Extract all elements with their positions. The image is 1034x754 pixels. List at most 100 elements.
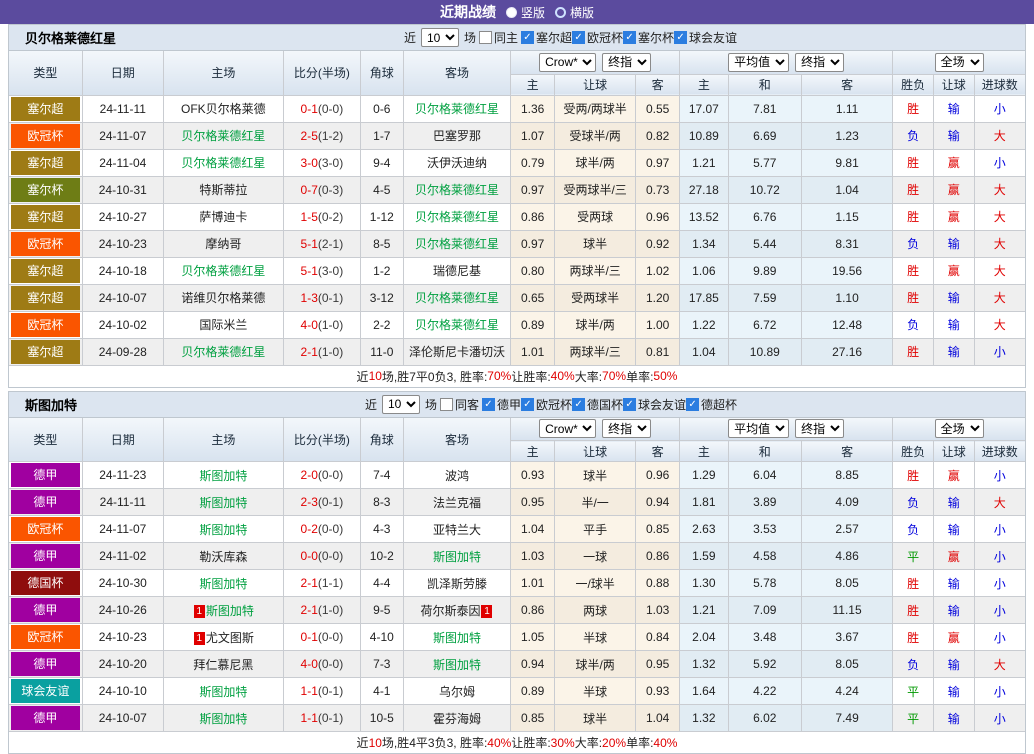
match-type-badge: 德甲 (11, 490, 80, 514)
avg-draw-cell: 10.72 (728, 176, 801, 203)
league-filter-2-4[interactable]: ✓球会友谊 (623, 396, 686, 413)
avg-draw-cell: 3.48 (728, 624, 801, 651)
home-team-cell: 斯图加特 (163, 489, 283, 516)
bookmaker-select[interactable]: Crow* (539, 53, 596, 72)
result-value: 负 (907, 658, 919, 672)
match-row: 欧冠杯24-11-07斯图加特0-2(0-0)4-3亚特兰大1.04平手0.85… (9, 516, 1025, 543)
odds-stage-select[interactable]: 终指 (602, 419, 651, 438)
odds-stage-select[interactable]: 终指 (602, 53, 651, 72)
checkbox-unchecked-icon[interactable] (440, 398, 453, 411)
league-filter-2-3[interactable]: ✓德国杯 (572, 396, 623, 413)
radio-unselected-icon[interactable] (555, 7, 566, 18)
table-header-row-1: 类型 日期 主场 比分(半场) 角球 客场 Crow*终指 平均值终指 全场 (9, 51, 1025, 74)
odds-value: 平手 (583, 523, 607, 537)
half-time-score: (2-1) (318, 237, 343, 251)
match-row: 德甲24-11-23斯图加特2-0(0-0)7-4波鸿0.93球半0.961.2… (9, 462, 1025, 489)
bookmaker-select[interactable]: Crow* (539, 419, 596, 438)
league-filter-label: 德甲 (497, 396, 521, 413)
checkbox-checked-icon[interactable]: ✓ (572, 398, 585, 411)
section-summary: 近10场,胜7平0负3, 胜率:70% 让胜率:40% 大率:70% 单率:50… (9, 365, 1025, 387)
average-value: 1.15 (835, 210, 858, 224)
away-team-name: 贝尔格莱德红星 (415, 318, 499, 332)
winloss-result-cell: 胜 (893, 462, 934, 489)
score-cell: 1-1(0-1) (283, 705, 360, 732)
checkbox-checked-icon[interactable]: ✓ (482, 398, 495, 411)
handicap-result-cell: 输 (933, 678, 974, 705)
match-date: 24-10-23 (99, 630, 147, 644)
league-filter-1-2[interactable]: ✓欧冠杯 (572, 29, 623, 46)
league-filter-1-1[interactable]: ✓塞尔超 (521, 29, 572, 46)
same-venue-filter[interactable]: 同客 (440, 396, 479, 413)
checkbox-checked-icon[interactable]: ✓ (521, 31, 534, 44)
league-filter-2-5[interactable]: ✓德超杯 (686, 396, 737, 413)
corner-cell: 10-5 (360, 705, 403, 732)
score-cell: 0-2(0-0) (283, 516, 360, 543)
score-cell: 5-1(3-0) (283, 257, 360, 284)
radio-selected-icon[interactable] (506, 7, 517, 18)
summary-text: 30% (551, 736, 575, 750)
league-filter-1-4[interactable]: ✓球会友谊 (674, 29, 737, 46)
checkbox-checked-icon[interactable]: ✓ (623, 31, 636, 44)
average-value: 13.52 (689, 210, 719, 224)
recent-games-select[interactable]: 10 (382, 395, 420, 414)
average-value: 8.05 (835, 657, 858, 671)
checkbox-checked-icon[interactable]: ✓ (674, 31, 687, 44)
scope-select[interactable]: 全场 (935, 53, 984, 72)
summary-text: 让胜率: (511, 368, 550, 385)
goals-result-cell: 小 (974, 705, 1025, 732)
league-filter-2-1[interactable]: ✓德甲 (482, 396, 521, 413)
home-team-name: 国际米兰 (199, 318, 247, 332)
odds-away-cell: 0.86 (636, 543, 680, 570)
same-venue-filter[interactable]: 同主 (479, 29, 518, 46)
checkbox-checked-icon[interactable]: ✓ (686, 398, 699, 411)
filter-bar: 近 10 场 同客 ✓德甲✓欧冠杯✓德国杯✓球会友谊✓德超杯 (77, 395, 1025, 414)
match-date-cell: 24-11-02 (82, 543, 163, 570)
result-value: 输 (948, 291, 960, 305)
average-stage-select[interactable]: 终指 (795, 419, 844, 438)
league-filter-1-3[interactable]: ✓塞尔杯 (623, 29, 674, 46)
home-team-cell: 1尤文图斯 (163, 624, 283, 651)
average-select[interactable]: 平均值 (728, 53, 789, 72)
away-team-cell: 斯图加特 (403, 651, 511, 678)
full-time-score: 2-0 (301, 468, 318, 482)
half-time-score: (0-0) (318, 549, 343, 563)
odds-handicap-cell: 半球 (555, 624, 636, 651)
average-stage-select[interactable]: 终指 (795, 53, 844, 72)
full-time-score: 3-0 (301, 156, 318, 170)
average-select[interactable]: 平均值 (728, 419, 789, 438)
home-team-name: 贝尔格莱德红星 (181, 156, 265, 170)
winloss-result-cell: 胜 (893, 176, 934, 203)
odds-value: 0.94 (646, 495, 669, 509)
winloss-result-cell: 胜 (893, 284, 934, 311)
corner-cell: 1-7 (360, 122, 403, 149)
corner-count: 0-6 (373, 102, 390, 116)
league-filter-label: 塞尔杯 (638, 29, 674, 46)
average-value: 9.89 (753, 264, 776, 278)
average-value: 5.92 (753, 657, 776, 671)
scope-select[interactable]: 全场 (935, 419, 984, 438)
average-value: 1.23 (835, 129, 858, 143)
recent-games-select[interactable]: 10 (421, 28, 459, 47)
away-team-name: 贝尔格莱德红星 (415, 291, 499, 305)
checkbox-unchecked-icon[interactable] (479, 31, 492, 44)
odds-home-cell: 0.89 (511, 678, 555, 705)
odds-home-cell: 0.95 (511, 489, 555, 516)
result-value: 大 (994, 291, 1006, 305)
average-value: 6.76 (753, 210, 776, 224)
average-value: 6.72 (753, 318, 776, 332)
checkbox-checked-icon[interactable]: ✓ (572, 31, 585, 44)
corner-cell: 4-4 (360, 570, 403, 597)
match-type-badge: 塞尔超 (11, 205, 80, 229)
layout-option-vertical[interactable]: 竖版 (506, 4, 545, 21)
match-date-cell: 24-11-07 (82, 122, 163, 149)
odds-away-cell: 1.04 (636, 705, 680, 732)
layout-option-horizontal[interactable]: 横版 (555, 4, 594, 21)
summary-text: 场,胜7平0负3, 胜率: (382, 368, 487, 385)
odds-handicap-cell: 受两球半/三 (555, 176, 636, 203)
summary-text: 让胜率: (511, 734, 550, 751)
league-filter-2-2[interactable]: ✓欧冠杯 (521, 396, 572, 413)
checkbox-checked-icon[interactable]: ✓ (521, 398, 534, 411)
checkbox-checked-icon[interactable]: ✓ (623, 398, 636, 411)
games-unit-label: 场 (464, 29, 476, 46)
odds-value: 1.36 (521, 102, 544, 116)
